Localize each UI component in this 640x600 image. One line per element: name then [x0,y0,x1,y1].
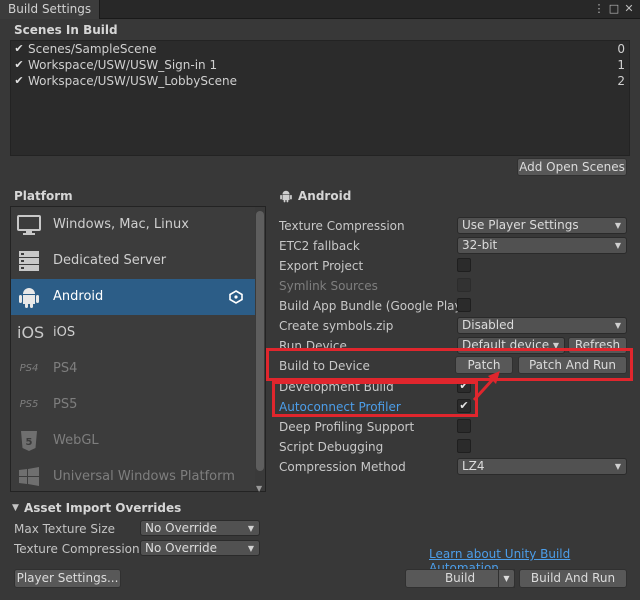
platform-item-ps4[interactable]: PS4 PS4 [11,351,255,387]
ps5-icon: PS5 [19,399,39,410]
ps4-icon: PS4 [19,363,39,374]
window-tab[interactable]: Build Settings [0,0,101,19]
platform-label: iOS [53,325,76,340]
player-settings-button[interactable]: Player Settings... [14,569,121,588]
platform-item-ps5[interactable]: PS5 PS5 [11,387,255,423]
scene-row[interactable]: ✔ Workspace/USW/USW_Sign-in 1 1 [11,57,629,73]
add-open-scenes-button[interactable]: Add Open Scenes [517,158,627,176]
deep-profiling-checkbox[interactable] [457,419,471,433]
platform-label: Universal Windows Platform [53,469,235,484]
scenes-in-build-title: Scenes In Build [14,23,118,37]
window-title: Build Settings [8,2,92,16]
symlink-sources-label: Symlink Sources [279,279,378,293]
etc2-fallback-label: ETC2 fallback [279,239,360,253]
platform-item-uwp[interactable]: Universal Windows Platform [11,459,255,491]
platform-label: PS4 [53,361,78,376]
scene-index: 1 [617,58,625,72]
dropdown-arrow-icon: ▼ [614,321,621,330]
svg-text:5: 5 [26,437,33,448]
platform-item-android[interactable]: Android [11,279,255,315]
scene-name: Workspace/USW/USW_LobbyScene [28,74,237,88]
symlink-sources-checkbox[interactable] [457,278,471,292]
server-icon [17,250,41,272]
create-symbols-label: Create symbols.zip [279,319,394,333]
highlight-dev-profiler [272,381,478,417]
max-texture-size-dropdown[interactable]: No Override ▼ [140,520,260,536]
dropdown-value: No Override [145,541,218,555]
etc2-fallback-dropdown[interactable]: 32-bit ▼ [457,237,627,254]
dropdown-arrow-icon: ▼ [247,544,254,553]
unity-logo-icon [229,290,243,304]
maximize-icon[interactable]: □ [607,2,621,16]
dropdown-value: Use Player Settings [462,218,579,232]
dropdown-value: Disabled [462,318,515,332]
platform-scrollbar[interactable] [255,207,265,491]
scene-index: 2 [617,74,625,88]
dropdown-arrow-icon: ▼ [614,241,621,250]
build-app-bundle-label: Build App Bundle (Google Play) [279,299,467,313]
platform-item-dedicated-server[interactable]: Dedicated Server [11,243,255,279]
scroll-down-icon[interactable]: ▼ [256,484,262,493]
highlight-build-to-device [266,348,633,381]
dropdown-value: LZ4 [462,459,485,473]
scene-row[interactable]: ✔ Workspace/USW/USW_LobbyScene 2 [11,73,629,89]
close-icon[interactable]: ✕ [622,2,636,16]
scene-check-icon[interactable]: ✔ [13,75,25,87]
android-header-icon [279,189,293,203]
build-app-bundle-checkbox[interactable] [457,298,471,312]
platform-title: Platform [14,189,73,203]
texture-compression-dropdown[interactable]: Use Player Settings ▼ [457,217,627,234]
script-debugging-checkbox[interactable] [457,439,471,453]
max-texture-size-label: Max Texture Size [14,522,115,536]
more-options-icon[interactable]: ⋮ [592,2,606,16]
dropdown-value: 32-bit [462,238,498,252]
dropdown-value: No Override [145,521,218,535]
scrollbar-thumb[interactable] [256,211,264,471]
windows-icon [17,466,41,488]
dropdown-arrow-icon: ▼ [247,524,254,533]
platform-list[interactable]: Windows, Mac, Linux Dedicated Server And… [10,206,266,492]
annotation-arrow-icon [472,371,500,402]
dropdown-arrow-icon: ▼ [614,462,621,471]
scene-check-icon[interactable]: ✔ [13,43,25,55]
export-project-label: Export Project [279,259,364,273]
foldout-arrow-icon[interactable]: ▼ [12,503,19,513]
scene-check-icon[interactable]: ✔ [13,59,25,71]
texture-compression-override-label: Texture Compression [14,542,140,556]
platform-item-windows-mac-linux[interactable]: Windows, Mac, Linux [11,207,255,243]
create-symbols-dropdown[interactable]: Disabled ▼ [457,317,627,334]
build-options-dropdown-icon[interactable]: ▼ [498,569,515,588]
scene-index: 0 [617,42,625,56]
platform-item-webgl[interactable]: 5 WebGL [11,423,255,459]
build-and-run-button[interactable]: Build And Run [519,569,627,588]
dropdown-arrow-icon: ▼ [614,221,621,230]
script-debugging-label: Script Debugging [279,440,384,454]
compression-method-dropdown[interactable]: LZ4 ▼ [457,458,627,475]
monitor-icon [17,214,41,236]
platform-label: Dedicated Server [53,253,167,268]
platform-label: WebGL [53,433,99,448]
platform-label: Windows, Mac, Linux [53,217,189,232]
deep-profiling-label: Deep Profiling Support [279,420,415,434]
scene-name: Scenes/SampleScene [28,42,157,56]
scenes-list[interactable]: ✔ Scenes/SampleScene 0 ✔ Workspace/USW/U… [10,40,630,156]
asset-import-overrides-title[interactable]: Asset Import Overrides [24,501,181,515]
platform-settings-title: Android [298,189,352,203]
platform-item-ios[interactable]: iOS iOS [11,315,255,351]
ios-icon: iOS [17,323,45,342]
android-icon [17,286,41,308]
platform-label: Android [53,289,104,304]
compression-method-label: Compression Method [279,460,406,474]
build-button-label: Build [444,571,476,585]
texture-compression-override-dropdown[interactable]: No Override ▼ [140,540,260,556]
scene-name: Workspace/USW/USW_Sign-in 1 [28,58,218,72]
texture-compression-label: Texture Compression [279,219,405,233]
html5-icon: 5 [17,430,41,452]
scene-row[interactable]: ✔ Scenes/SampleScene 0 [11,41,629,57]
platform-label: PS5 [53,397,78,412]
export-project-checkbox[interactable] [457,258,471,272]
